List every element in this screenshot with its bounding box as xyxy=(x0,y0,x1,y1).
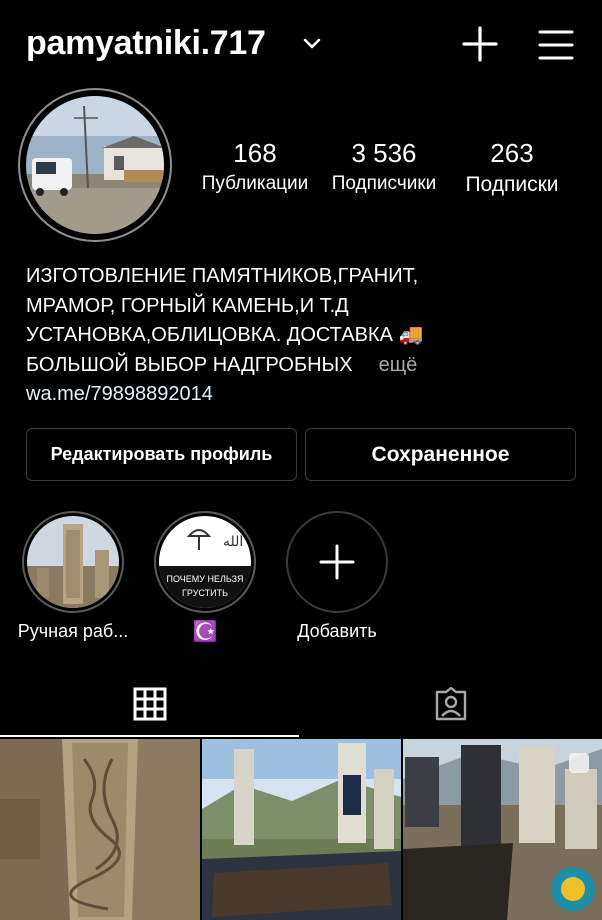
stat-followers[interactable]: 3 536 Подписчики xyxy=(322,138,446,195)
highlight-image-text: ГРУСТИТЬ xyxy=(182,588,228,598)
profile-username[interactable]: pamyatniki.717 xyxy=(26,24,266,63)
stat-posts[interactable]: 168 Публикации xyxy=(194,138,316,195)
profile-bio: ИЗГОТОВЛЕНИЕ ПАМЯТНИКОВ,ГРАНИТ, МРАМОР, … xyxy=(26,262,586,410)
stat-following-value: 263 xyxy=(490,138,534,168)
stat-followers-value: 3 536 xyxy=(351,138,417,168)
hamburger-menu-icon[interactable] xyxy=(536,26,576,64)
post-thumbnail[interactable] xyxy=(0,739,200,920)
highlight-handmade[interactable] xyxy=(27,516,119,608)
highlight-label-crescent: ☪️ xyxy=(192,621,218,643)
stat-posts-label: Публикации xyxy=(201,173,309,194)
highlight-label: Ручная раб... xyxy=(17,621,129,641)
highlight-image-text: ПОЧЕМУ НЕЛЬЗЯ xyxy=(166,574,243,584)
stat-followers-label: Подписчики xyxy=(331,173,437,194)
stat-posts-value: 168 xyxy=(233,138,277,168)
post-thumbnail[interactable] xyxy=(202,739,401,920)
bio-website-link[interactable]: wa.me/79898892014 xyxy=(26,380,586,410)
svg-text:الله: الله xyxy=(223,534,243,550)
new-post-plus-icon[interactable] xyxy=(460,24,500,64)
highlight-label-add: Добавить xyxy=(297,621,377,641)
active-tab-indicator xyxy=(0,735,299,737)
bio-line-text: БОЛЬШОЙ ВЫБОР НАДГРОБНЫХ xyxy=(26,353,353,376)
saved-button[interactable]: Сохраненное xyxy=(305,428,576,481)
highlight-islam[interactable]: الله ПОЧЕМУ НЕЛЬЗЯ ГРУСТИТЬ xyxy=(159,516,251,608)
grid-icon[interactable] xyxy=(133,687,167,721)
plus-icon[interactable] xyxy=(319,544,355,580)
edit-profile-button[interactable]: Редактировать профиль xyxy=(26,428,297,481)
profile-avatar[interactable] xyxy=(26,96,164,234)
tagged-person-icon[interactable] xyxy=(433,686,469,722)
bio-more-link[interactable]: ещё xyxy=(379,354,418,376)
stat-following-label: Подписки xyxy=(465,173,559,196)
bio-line: МРАМОР, ГОРНЫЙ КАМЕНЬ,И Т.Д xyxy=(26,294,349,317)
stat-following[interactable]: 263 Подписки xyxy=(454,138,570,197)
bio-line: УСТАНОВКА,ОБЛИЦОВКА. ДОСТАВКА 🚚 xyxy=(26,324,424,346)
chevron-down-icon[interactable] xyxy=(302,34,322,54)
bio-line: ИЗГОТОВЛЕНИЕ ПАМЯТНИКОВ,ГРАНИТ, xyxy=(26,265,419,287)
post-thumbnail[interactable] xyxy=(403,739,602,920)
bio-line-last: БОЛЬШОЙ ВЫБОР НАДГРОБНЫХ ещё xyxy=(26,351,586,381)
